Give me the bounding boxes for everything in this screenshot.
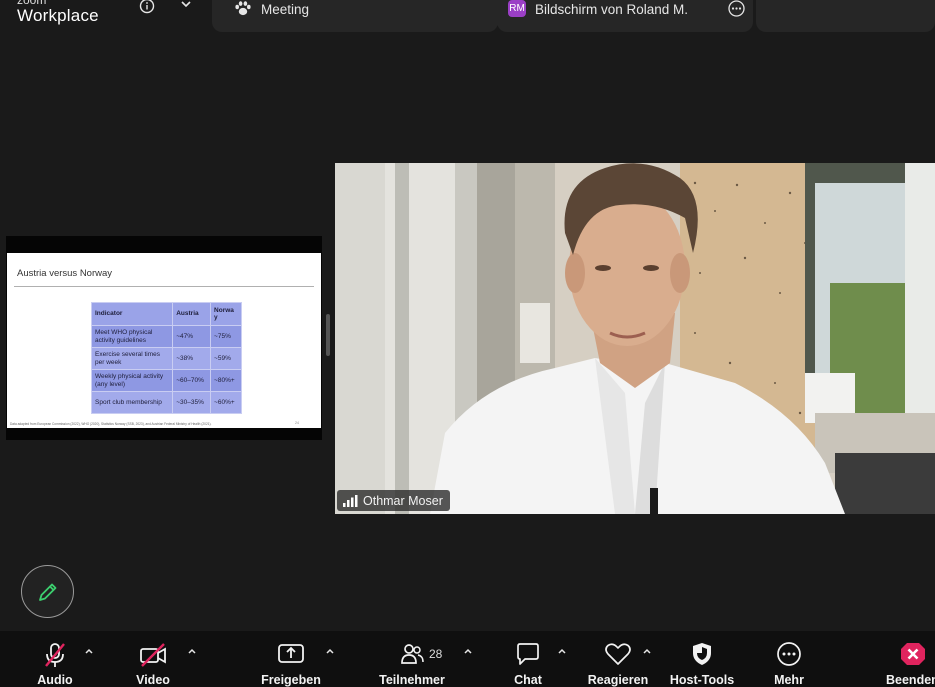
- meeting-toolbar: Audio Video Freigeben 28 Teilnehmer Chat…: [0, 631, 935, 687]
- end-meeting-button[interactable]: Beenden: [884, 631, 935, 687]
- tab-meeting[interactable]: Meeting: [212, 0, 498, 32]
- resize-handle[interactable]: [326, 314, 330, 356]
- microphone-muted-icon: [45, 643, 65, 667]
- table-cell: ~47%: [172, 325, 212, 348]
- table-cell: ~60%+: [210, 391, 242, 414]
- table-cell: ~59%: [210, 347, 242, 370]
- table-header: Indicator: [90, 302, 174, 326]
- chat-options-caret-icon[interactable]: [557, 647, 567, 655]
- table-cell: Meet WHO physical activity guidelines: [90, 325, 174, 348]
- participants-count: 28: [429, 647, 443, 661]
- video-feed-image: [335, 163, 935, 514]
- pencil-icon: [39, 583, 57, 601]
- audio-options-caret-icon[interactable]: [84, 647, 94, 655]
- table-row: Exercise several times per week ~38% ~59…: [90, 347, 242, 370]
- react-button[interactable]: Reagieren: [586, 631, 650, 687]
- audio-label: Audio: [37, 673, 73, 687]
- app-logo: zoom Workplace: [17, 0, 99, 24]
- paw-icon: [235, 1, 251, 16]
- video-label: Video: [136, 673, 170, 687]
- tab-meeting-label: Meeting: [261, 2, 310, 17]
- table-cell: ~75%: [210, 325, 242, 348]
- host-tools-label: Host-Tools: [669, 673, 735, 687]
- participants-icon: [401, 644, 424, 664]
- shared-screen-view[interactable]: Austria versus Norway Indicator Austria …: [6, 236, 322, 440]
- video-options-caret-icon[interactable]: [187, 647, 197, 655]
- tab-empty: [756, 0, 935, 32]
- signal-strength-icon: [343, 494, 358, 507]
- slide-divider: [14, 286, 314, 287]
- chat-label: Chat: [514, 673, 542, 687]
- presentation-slide: Austria versus Norway Indicator Austria …: [7, 253, 321, 428]
- react-label: Reagieren: [587, 673, 649, 687]
- slide-page-number: 24: [295, 421, 299, 425]
- avatar-badge: RM: [508, 0, 526, 17]
- tab-shared-screen[interactable]: RM Bildschirm von Roland M.: [497, 0, 753, 32]
- shield-icon: [693, 643, 711, 665]
- table-cell: ~30–35%: [172, 391, 212, 414]
- more-button[interactable]: Mehr: [766, 631, 812, 687]
- table-cell: ~80%+: [210, 369, 242, 392]
- table-cell: Exercise several times per week: [90, 347, 174, 370]
- share-screen-icon: [278, 644, 304, 663]
- info-icon[interactable]: [139, 0, 155, 14]
- chat-button[interactable]: Chat: [507, 631, 549, 687]
- top-bar: zoom Workplace Meeting RM Bildschirm von…: [0, 0, 935, 32]
- annotate-button[interactable]: [21, 565, 74, 618]
- share-button[interactable]: Freigeben: [256, 631, 326, 687]
- share-label: Freigeben: [261, 673, 321, 687]
- participants-label: Teilnehmer: [379, 673, 445, 687]
- participants-button[interactable]: 28 Teilnehmer: [374, 631, 450, 687]
- participant-name-tag: Othmar Moser: [337, 490, 450, 511]
- table-header: Austria: [172, 302, 212, 326]
- brand-name: Workplace: [17, 6, 99, 25]
- slide-table: Indicator Austria Norwa y Meet WHO physi…: [90, 302, 242, 414]
- slide-footnote: Data adapted from European Commission (2…: [10, 422, 212, 426]
- slide-title: Austria versus Norway: [17, 268, 113, 279]
- participant-video[interactable]: Othmar Moser: [335, 163, 935, 514]
- camera-off-icon: [140, 643, 166, 667]
- more-icon: [777, 642, 801, 666]
- table-row: Meet WHO physical activity guidelines ~4…: [90, 325, 242, 348]
- share-options-caret-icon[interactable]: [325, 647, 335, 655]
- participants-options-caret-icon[interactable]: [463, 647, 473, 655]
- end-meeting-icon: [901, 643, 925, 665]
- chat-bubble-icon: [517, 643, 539, 665]
- table-row: Sport club membership ~30–35% ~60%+: [90, 391, 242, 414]
- audio-button[interactable]: Audio: [28, 631, 82, 687]
- table-cell: ~38%: [172, 347, 212, 370]
- more-options-icon[interactable]: [728, 0, 745, 17]
- table-cell: Weekly physical activity (any level): [90, 369, 174, 392]
- react-options-caret-icon[interactable]: [642, 647, 652, 655]
- end-meeting-label: Beenden: [886, 673, 935, 687]
- table-row: Weekly physical activity (any level) ~60…: [90, 369, 242, 392]
- participant-name: Othmar Moser: [363, 493, 443, 508]
- table-cell: Sport club membership: [90, 391, 174, 414]
- table-cell: ~60–70%: [172, 369, 212, 392]
- host-tools-button[interactable]: Host-Tools: [668, 631, 736, 687]
- heart-icon: [605, 643, 631, 665]
- table-header: Norwa y: [210, 302, 242, 326]
- video-button[interactable]: Video: [126, 631, 180, 687]
- more-label: Mehr: [774, 673, 804, 687]
- chevron-down-icon[interactable]: [180, 0, 192, 10]
- tab-screen-label: Bildschirm von Roland M.: [535, 2, 689, 17]
